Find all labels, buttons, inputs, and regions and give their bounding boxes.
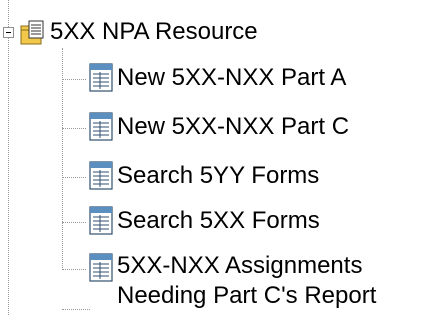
navigation-tree: 5XX NPA Resource New 5XX-NXX Part A New … — [0, 0, 428, 315]
tree-connector-line — [62, 269, 86, 270]
tree-connector-line — [62, 128, 86, 129]
tree-item-label[interactable]: New 5XX-NXX Part C — [117, 112, 349, 142]
tree-connector-line — [62, 222, 86, 223]
collapse-toggle[interactable] — [3, 27, 14, 38]
tree-connector-line — [62, 79, 86, 80]
tree-connector-line — [62, 309, 90, 315]
tree-item-search-5xx[interactable]: Search 5XX Forms — [0, 206, 428, 236]
tree-item-label[interactable]: Search 5XX Forms — [117, 206, 320, 236]
tree-root-label[interactable]: 5XX NPA Resource — [50, 17, 258, 47]
tree-item-assignments-report[interactable]: 5XX-NXX Assignments Needing Part C's Rep… — [0, 251, 428, 311]
tree-item-label-line1[interactable]: 5XX-NXX Assignments — [117, 251, 362, 281]
folder-document-icon — [20, 20, 44, 45]
document-icon — [89, 206, 113, 235]
document-icon — [89, 253, 113, 282]
tree-item-label-line2[interactable]: Needing Part C's Report — [117, 281, 376, 311]
tree-item-new-part-a[interactable]: New 5XX-NXX Part A — [0, 63, 428, 93]
tree-item-search-5yy[interactable]: Search 5YY Forms — [0, 161, 428, 191]
tree-item-new-part-c[interactable]: New 5XX-NXX Part C — [0, 112, 428, 142]
document-icon — [89, 161, 113, 190]
document-icon — [89, 63, 113, 92]
tree-connector-line — [62, 177, 86, 178]
document-icon — [89, 112, 113, 141]
tree-item-label[interactable]: New 5XX-NXX Part A — [117, 63, 346, 93]
tree-item-label[interactable]: Search 5YY Forms — [117, 161, 319, 191]
